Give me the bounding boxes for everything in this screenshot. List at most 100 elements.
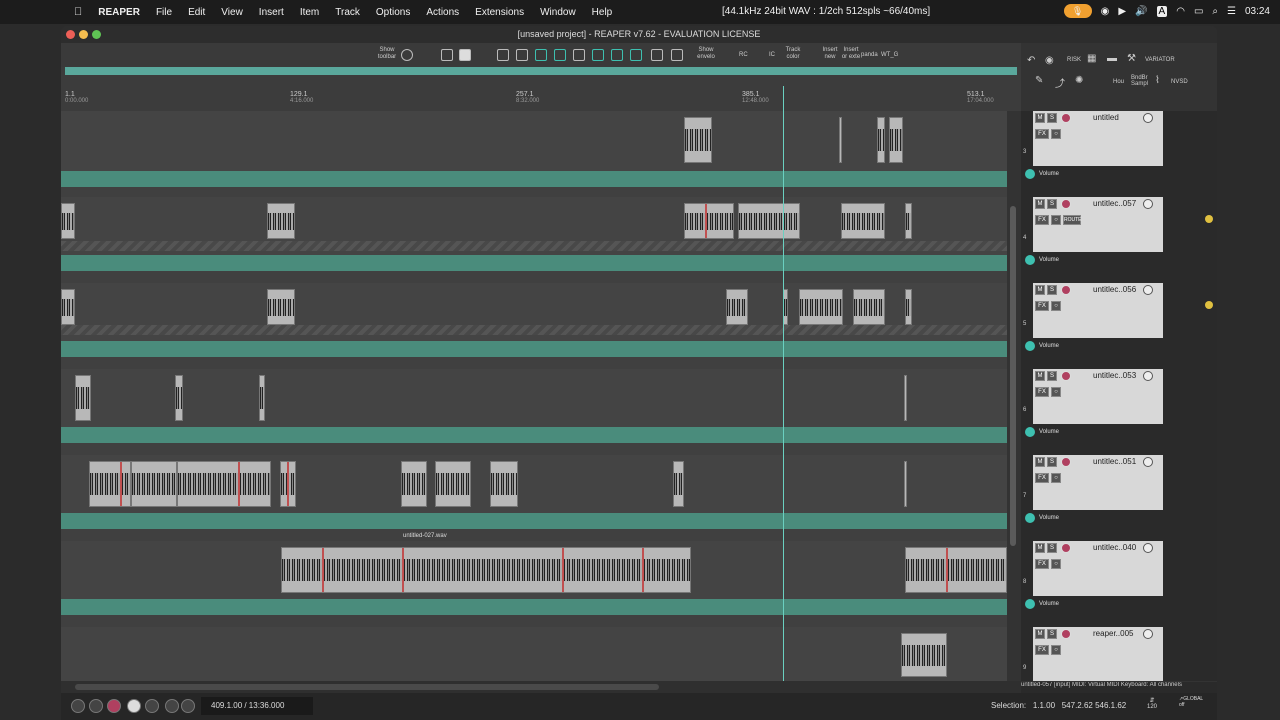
- shield-icon[interactable]: [401, 49, 413, 61]
- tape-icon[interactable]: ▬: [1107, 53, 1117, 64]
- tempo-display[interactable]: ⇵ 120: [1147, 697, 1157, 710]
- menu-edit[interactable]: Edit: [188, 7, 205, 18]
- search-icon[interactable]: ⌕: [1212, 6, 1218, 17]
- track-lane[interactable]: [61, 627, 1007, 681]
- media-item[interactable]: [89, 461, 131, 507]
- media-item[interactable]: [904, 375, 907, 421]
- solo-button[interactable]: S: [1047, 629, 1057, 639]
- media-item[interactable]: [435, 461, 471, 507]
- media-item[interactable]: [905, 547, 1007, 593]
- volume-envelope-lane[interactable]: [61, 171, 1007, 187]
- volume-envelope-lane[interactable]: [61, 513, 1007, 529]
- pencil-icon[interactable]: ✎: [1035, 75, 1043, 86]
- media-item[interactable]: [726, 289, 748, 325]
- io-button[interactable]: ○: [1051, 645, 1061, 655]
- media-item[interactable]: [267, 289, 295, 325]
- record-indicator-icon[interactable]: ◉: [1101, 6, 1110, 17]
- track-header[interactable]: 8 M S untitlec..040 FX ○ Volume: [1021, 541, 1217, 627]
- pitch-icon[interactable]: ⌇: [1155, 75, 1160, 86]
- volume-knob[interactable]: [1143, 543, 1153, 553]
- volume-knob[interactable]: [1143, 199, 1153, 209]
- io-button[interactable]: ○: [1051, 215, 1061, 225]
- track-panel[interactable]: M S untitlec..053 FX ○: [1033, 369, 1163, 424]
- show-toolbar-button[interactable]: Show toolbar: [375, 47, 399, 61]
- record-arm-button[interactable]: [1061, 629, 1071, 639]
- snap-icon[interactable]: [592, 49, 604, 61]
- volume-envelope-icon[interactable]: [1025, 427, 1035, 437]
- media-item[interactable]: [75, 375, 91, 421]
- track-header[interactable]: 4 M S untitlec..057 FX ○ ROUTE Volume: [1021, 197, 1217, 283]
- hou-button[interactable]: Hou: [1113, 79, 1124, 85]
- solo-button[interactable]: S: [1047, 113, 1057, 123]
- media-item[interactable]: [877, 117, 885, 163]
- grid-icon[interactable]: [573, 49, 585, 61]
- volume-envelope-icon[interactable]: [1025, 169, 1035, 179]
- mute-button[interactable]: M: [1035, 629, 1045, 639]
- media-item[interactable]: [684, 203, 734, 239]
- lock-icon[interactable]: [651, 49, 663, 61]
- media-item[interactable]: [905, 203, 912, 239]
- close-icon[interactable]: [66, 30, 75, 39]
- maximize-icon[interactable]: [92, 30, 101, 39]
- hammer-icon[interactable]: ⚒: [1127, 53, 1136, 64]
- mute-button[interactable]: M: [1035, 543, 1045, 553]
- menu-actions[interactable]: Actions: [426, 7, 459, 18]
- volume-knob[interactable]: [1143, 371, 1153, 381]
- track-header[interactable]: 9 M S reaper..005 FX ○: [1021, 627, 1217, 681]
- record-arm-button[interactable]: [1061, 543, 1071, 553]
- ripple-icon[interactable]: [535, 49, 547, 61]
- track-panel[interactable]: M S untitlec..040 FX ○: [1033, 541, 1163, 596]
- track-name[interactable]: reaper..005: [1093, 629, 1133, 638]
- volume-envelope-lane[interactable]: [61, 427, 1007, 443]
- media-item[interactable]: [175, 375, 183, 421]
- mute-button[interactable]: M: [1035, 285, 1045, 295]
- media-item[interactable]: [684, 117, 712, 163]
- play-button[interactable]: [127, 699, 141, 713]
- loop-toggle-icon[interactable]: [145, 699, 159, 713]
- track-name[interactable]: untitled: [1093, 113, 1119, 122]
- media-item[interactable]: [259, 375, 265, 421]
- track-panel[interactable]: M S untitlec..056 FX ○: [1033, 283, 1163, 338]
- record-arm-button[interactable]: [1061, 113, 1071, 123]
- skip-start-icon[interactable]: [71, 699, 85, 713]
- panda-button[interactable]: panda: [861, 52, 878, 59]
- mute-button[interactable]: M: [1035, 113, 1045, 123]
- volume-envelope-icon[interactable]: [1025, 341, 1035, 351]
- risk-button[interactable]: RISK: [1067, 57, 1081, 63]
- timeline-ruler[interactable]: 1.1 0:00.000 129.1 4:16.000 257.1 8:32.000 …: [61, 67, 1021, 111]
- envelope-icon[interactable]: [671, 49, 683, 61]
- track-header[interactable]: 5 M S untitlec..056 FX ○ Volume: [1021, 283, 1217, 369]
- undo-icon[interactable]: ↶: [1027, 55, 1035, 66]
- fx-button[interactable]: FX: [1035, 559, 1049, 569]
- menu-extensions[interactable]: Extensions: [475, 7, 524, 18]
- volume-knob[interactable]: [1143, 113, 1153, 123]
- volume-knob[interactable]: [1143, 457, 1153, 467]
- insert-new-button[interactable]: Insert new: [821, 47, 839, 61]
- menu-help[interactable]: Help: [592, 7, 613, 18]
- camera-icon[interactable]: ◉: [1045, 55, 1054, 66]
- solo-button[interactable]: S: [1047, 285, 1057, 295]
- track-panel[interactable]: M S reaper..005 FX ○: [1033, 627, 1163, 681]
- media-item[interactable]: [738, 203, 800, 239]
- global-automation-button[interactable]: ↗GLOBAL off: [1179, 696, 1203, 708]
- media-item[interactable]: [889, 117, 903, 163]
- route-button[interactable]: ROUTE: [1063, 215, 1082, 225]
- media-item[interactable]: [61, 289, 75, 325]
- new-file-icon[interactable]: [441, 49, 453, 61]
- fx-button[interactable]: FX: [1035, 301, 1049, 311]
- microphone-icon[interactable]: 🎙: [1063, 4, 1092, 18]
- selection-length[interactable]: 546.1.62: [1095, 701, 1126, 710]
- mute-button[interactable]: M: [1035, 199, 1045, 209]
- media-item[interactable]: [904, 461, 907, 507]
- media-item[interactable]: [131, 461, 177, 507]
- menu-file[interactable]: File: [156, 7, 172, 18]
- ic-button[interactable]: IC: [769, 52, 775, 59]
- grid-box-icon[interactable]: [516, 49, 528, 61]
- play-icon[interactable]: ▶: [1118, 6, 1126, 17]
- control-center-icon[interactable]: ☰: [1227, 6, 1236, 17]
- media-item[interactable]: [799, 289, 843, 325]
- show-envelope-button[interactable]: Show envelo: [693, 47, 719, 61]
- audio-status[interactable]: [44.1kHz 24bit WAV : 1/2ch 512spls ~66/4…: [722, 6, 930, 17]
- record-arm-button[interactable]: [1061, 371, 1071, 381]
- volume-envelope-icon[interactable]: [1025, 255, 1035, 265]
